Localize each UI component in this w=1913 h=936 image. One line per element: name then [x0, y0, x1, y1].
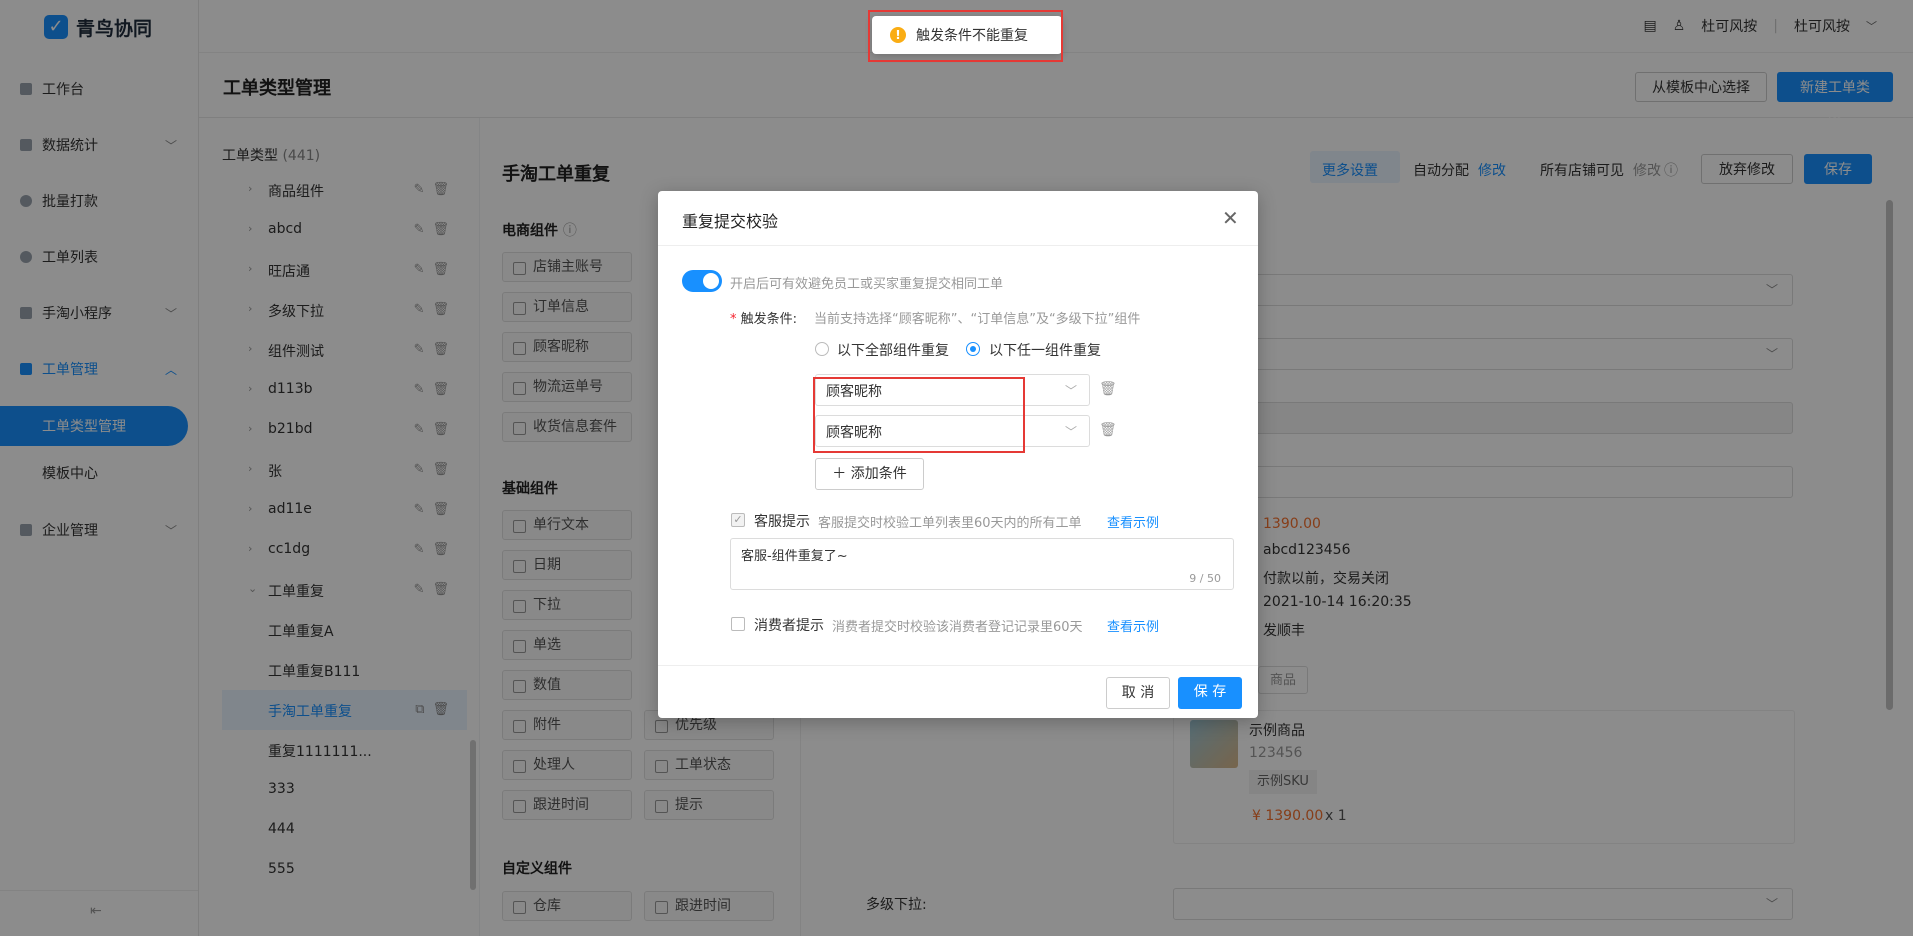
consumer-tip-description: 消费者提交时校验该消费者登记记录里60天: [832, 620, 1083, 635]
radio-any-component[interactable]: [966, 342, 980, 356]
highlight-box-toast: [868, 10, 1063, 62]
add-condition-label: 添加条件: [850, 466, 907, 482]
toggle-knob: [703, 273, 719, 289]
duplicate-check-dialog: [658, 191, 1258, 718]
cs-tip-checkbox[interactable]: ✓: [731, 513, 745, 527]
dialog-header-divider: [658, 245, 1258, 246]
trigger-hint: 当前支持选择“顾客昵称”、“订单信息”及“多级下拉”组件: [814, 312, 1141, 327]
plus-icon: ＋: [832, 466, 847, 482]
trigger-label-text: 触发条件:: [740, 312, 798, 327]
consumer-tip-checkbox[interactable]: [731, 617, 745, 631]
close-icon[interactable]: ✕: [1222, 206, 1239, 230]
dialog-footer-divider: [658, 665, 1258, 666]
char-counter: 9 / 50: [1189, 572, 1221, 585]
chevron-down-icon: ﹀: [1064, 384, 1077, 398]
radio-all-components[interactable]: [815, 342, 829, 356]
consumer-tip-label[interactable]: 消费者提示: [754, 615, 824, 635]
delete-condition-icon[interactable]: 🗑: [1099, 381, 1117, 397]
highlight-box-conditions: [813, 377, 1025, 453]
required-mark: *: [730, 312, 737, 327]
radio-all-label[interactable]: 以下全部组件重复: [837, 340, 949, 360]
cs-tip-textarea[interactable]: 客服-组件重复了~ 9 / 50: [730, 538, 1234, 590]
add-condition-button[interactable]: ＋ 添加条件: [815, 458, 924, 490]
chevron-down-icon: ﹀: [1064, 425, 1077, 439]
dialog-title: 重复提交校验: [682, 212, 779, 231]
trigger-label: * 触发条件:: [730, 308, 797, 327]
delete-condition-icon[interactable]: 🗑: [1099, 422, 1117, 438]
cs-tip-text: 客服-组件重复了~: [741, 549, 848, 564]
toggle-description: 开启后可有效避免员工或买家重复提交相同工单: [730, 277, 1004, 292]
cs-tip-description: 客服提交时校验工单列表里60天内的所有工单: [818, 516, 1082, 531]
view-example-link-cs[interactable]: 查看示例: [1107, 512, 1159, 531]
view-example-link-consumer[interactable]: 查看示例: [1107, 616, 1159, 635]
cs-tip-label[interactable]: 客服提示: [754, 511, 810, 531]
duplicate-check-toggle[interactable]: [682, 270, 722, 292]
cancel-button[interactable]: 取 消: [1106, 677, 1170, 709]
radio-any-label[interactable]: 以下任一组件重复: [989, 340, 1101, 360]
dialog-save-button[interactable]: 保 存: [1178, 677, 1242, 709]
